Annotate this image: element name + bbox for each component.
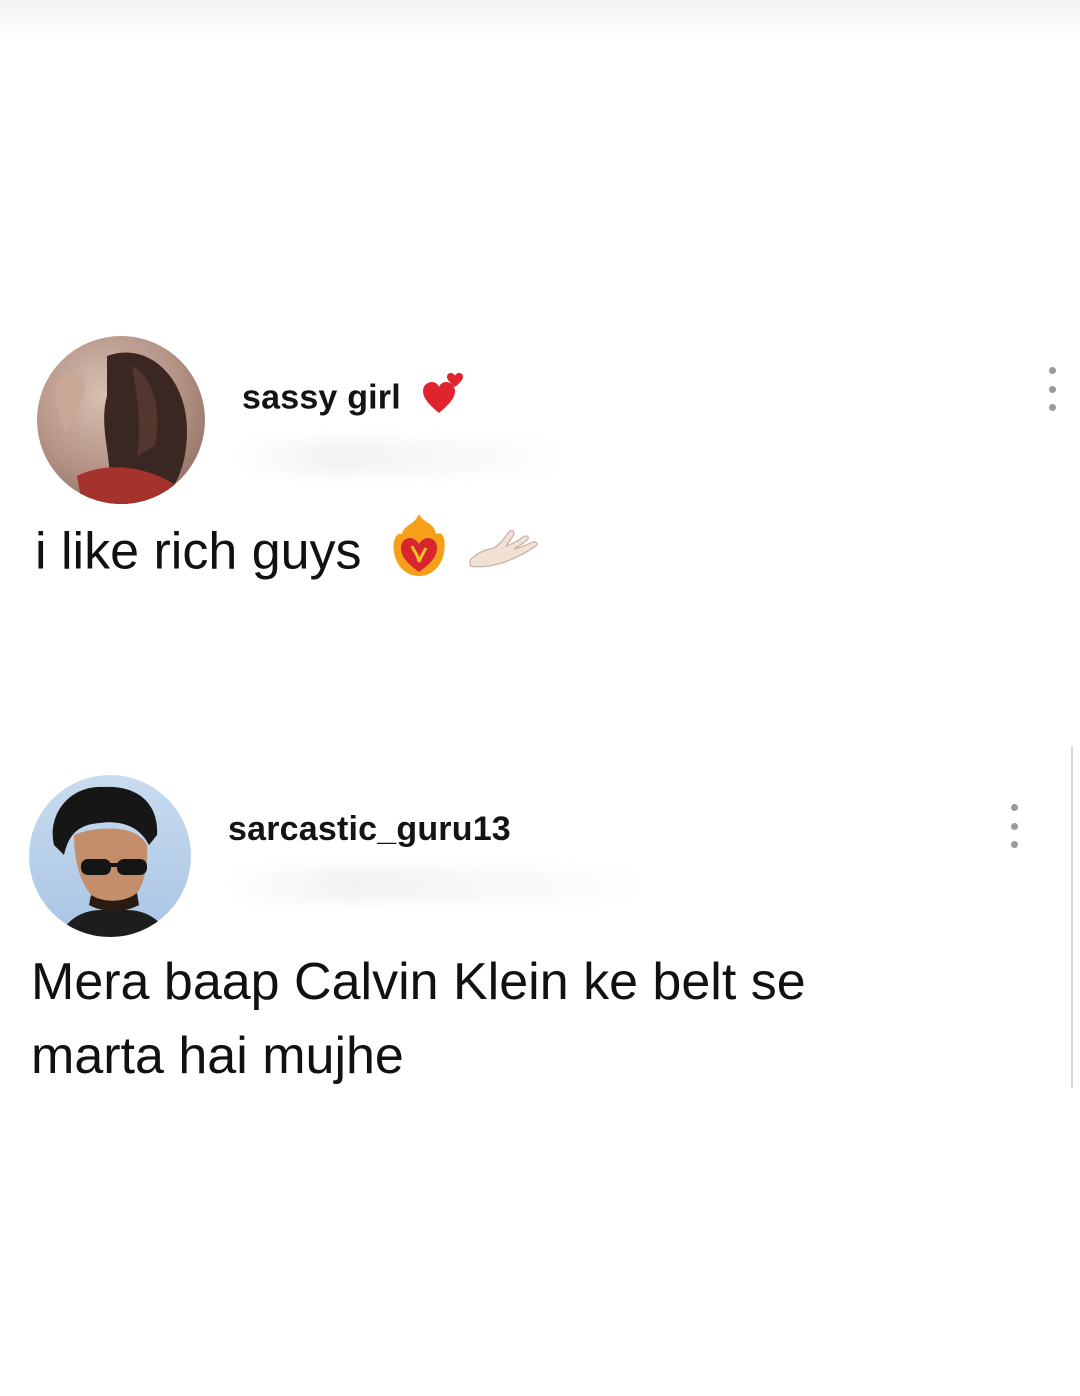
post-text-line-2: marta hai mujhe bbox=[31, 1027, 404, 1085]
vertical-ellipsis-icon bbox=[1010, 804, 1018, 811]
more-options-button[interactable] bbox=[1006, 804, 1022, 848]
username[interactable]: sarcastic_guru13 bbox=[228, 810, 511, 849]
avatar[interactable] bbox=[29, 775, 191, 937]
avatar-photo-man bbox=[29, 775, 191, 937]
username-text: sarcastic_guru13 bbox=[228, 810, 511, 848]
handle-redacted bbox=[226, 868, 646, 902]
post-text: Mera baap Calvin Klein ke belt se marta … bbox=[31, 945, 806, 1093]
edge-divider bbox=[1071, 746, 1073, 1088]
post-2: sarcastic_guru13 Mera baap Calvin Klein … bbox=[0, 0, 1080, 1396]
post-text-line-1: Mera baap Calvin Klein ke belt se bbox=[31, 953, 806, 1011]
